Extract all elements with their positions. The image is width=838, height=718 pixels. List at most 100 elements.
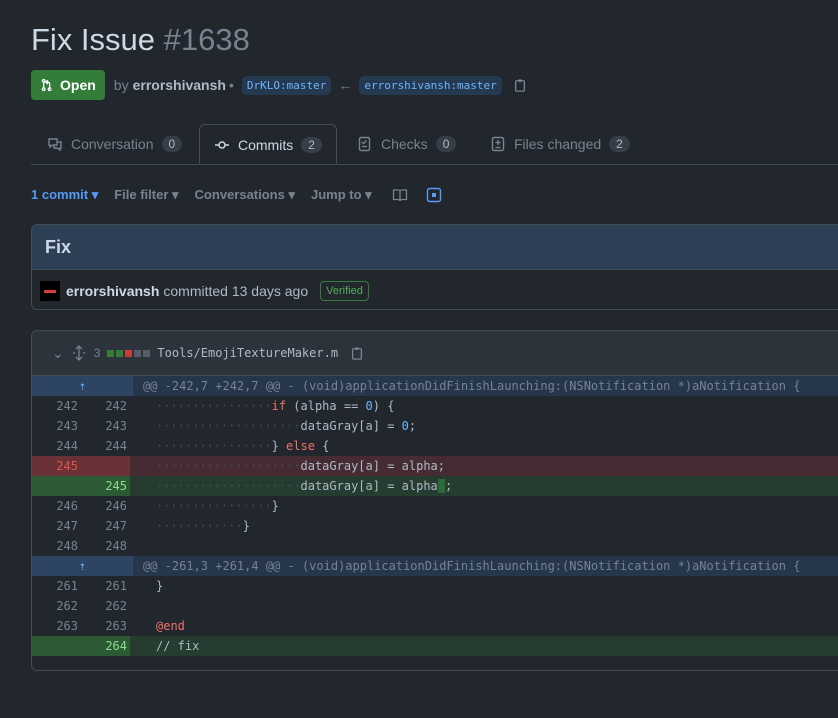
tab-checks[interactable]: Checks 0: [357, 124, 457, 164]
code-number: 0: [401, 419, 409, 433]
old-line-number: 245: [32, 456, 81, 476]
by-label: by: [113, 77, 129, 93]
old-line-number: 246: [56, 499, 78, 513]
book-icon[interactable]: [392, 187, 408, 203]
base-branch[interactable]: DrKLO:master: [241, 75, 332, 95]
new-line-number: 243: [105, 419, 127, 433]
code-line: ············}: [130, 516, 838, 536]
old-line-number: [32, 476, 81, 496]
tab-conversation[interactable]: Conversation 0: [47, 124, 183, 164]
diff-body: ⇡ @@ -242,7 +242,7 @@ - (void)application…: [32, 376, 838, 656]
diff-line: 262 262: [32, 596, 838, 616]
author-link[interactable]: errorshivansh: [133, 77, 226, 93]
code-line: }: [130, 576, 838, 596]
diff-line: 248 248: [32, 536, 838, 556]
jump-to-label: Jump to: [311, 187, 362, 202]
arrow-left-icon: ←: [338, 77, 353, 93]
code-text: }: [156, 579, 164, 593]
expand-up-icon[interactable]: ⇡: [32, 556, 133, 576]
tab-files-changed[interactable]: Files changed 2: [490, 124, 630, 164]
chevron-down-icon[interactable]: ⌄: [52, 345, 64, 362]
code-text: dataGray[a] = alpha;: [300, 459, 446, 473]
verified-badge[interactable]: Verified: [320, 280, 369, 301]
tab-bar: Conversation 0 Commits 2 Checks 0 Files …: [31, 124, 838, 165]
diffstat: [107, 346, 152, 360]
new-line-number: 261: [105, 579, 127, 593]
new-line-number: 246: [105, 499, 127, 513]
diffstat-block: [116, 350, 124, 357]
code-line: ····················dataGray[a] = alpha;: [130, 456, 838, 476]
separator: •: [228, 77, 234, 93]
code-line: // fix: [130, 636, 838, 656]
tab-commits[interactable]: Commits 2: [199, 124, 337, 164]
commit-card: Fix errorshivansh committed 13 days ago …: [31, 224, 838, 310]
code-keyword: else: [286, 439, 315, 453]
state-label: Open: [60, 77, 96, 93]
old-line-number: 263: [56, 619, 78, 633]
old-line-number: [32, 636, 81, 656]
tab-count: 2: [301, 136, 322, 153]
pull-request-icon: [41, 78, 52, 92]
hunk-header-row: ⇡ @@ -242,7 +242,7 @@ - (void)application…: [32, 376, 838, 396]
code-added-highlight: [437, 479, 446, 493]
old-line-number: 242: [56, 399, 78, 413]
diff-line: 244 244 ················} else {: [32, 436, 838, 456]
code-keyword: if: [271, 399, 287, 413]
code-text: dataGray[a] = alpha: [300, 479, 438, 493]
commit-info: errorshivansh committed 13 days ago Veri…: [32, 270, 838, 309]
diffstat-block: [143, 350, 151, 357]
indent-dots: ············: [156, 519, 243, 533]
diff-line: 243 243 ····················dataGray[a] = …: [32, 416, 838, 436]
old-line-number: 247: [56, 519, 78, 533]
new-line-number: 262: [105, 599, 127, 613]
diff-line: 245 ····················dataGray[a] = alp…: [32, 456, 838, 476]
code-line: ················} else {: [130, 436, 838, 456]
code-text: }: [271, 439, 287, 453]
commit-author[interactable]: errorshivansh: [66, 283, 159, 299]
new-line-number: 263: [105, 619, 127, 633]
commit-select-dropdown[interactable]: 1 commit ▾: [31, 187, 98, 203]
indent-dots: ····················: [156, 459, 301, 473]
old-line-number: 248: [56, 539, 78, 553]
diff-view-icon[interactable]: [426, 187, 442, 203]
head-branch[interactable]: errorshivansh:master: [359, 75, 502, 95]
tab-label: Commits: [238, 136, 294, 153]
commit-select-label: 1 commit: [31, 187, 89, 202]
old-line-number: 261: [56, 579, 78, 593]
file-header: ⌄ 3 Tools/EmojiTextureMaker.m: [32, 331, 838, 376]
code-text: }: [271, 499, 279, 513]
file-path[interactable]: Tools/EmojiTextureMaker.m: [157, 346, 338, 360]
copy-icon[interactable]: [350, 346, 364, 360]
old-line-number: 243: [56, 419, 78, 433]
file-filter-dropdown[interactable]: File filter ▾: [114, 187, 178, 203]
conversations-dropdown[interactable]: Conversations ▾: [195, 187, 295, 203]
change-count: 3: [93, 346, 101, 360]
commit-message[interactable]: Fix: [32, 225, 838, 270]
pr-title-text: Fix Issue: [31, 22, 156, 57]
new-line-number: 242: [105, 399, 127, 413]
code-text: ;: [408, 419, 417, 433]
file-diff-icon: [491, 136, 505, 152]
code-text: ) {: [372, 399, 395, 413]
commit-icon: [215, 140, 229, 149]
tab-label: Files changed: [514, 136, 602, 152]
expand-up-icon[interactable]: ⇡: [32, 376, 133, 396]
code-line: ················if (alpha == 0) {: [130, 396, 838, 416]
tab-count: 0: [435, 136, 457, 152]
diff-line: 264 // fix: [32, 636, 838, 656]
indent-dots: ················: [156, 439, 272, 453]
tab-count: 0: [161, 136, 183, 152]
code-line: ················}: [130, 496, 838, 516]
avatar[interactable]: [40, 280, 60, 301]
diff-line: 245 ····················dataGray[a] = alp…: [32, 476, 838, 496]
hunk-header-row: ⇡ @@ -261,3 +261,4 @@ - (void)application…: [32, 556, 838, 576]
jump-to-dropdown[interactable]: Jump to ▾: [311, 187, 372, 203]
new-line-number: 248: [105, 539, 127, 553]
unfold-icon[interactable]: [72, 345, 86, 361]
conversations-label: Conversations: [194, 187, 285, 202]
pr-number: #1638: [163, 22, 250, 57]
diff-line: 246 246 ················}: [32, 496, 838, 516]
new-line-number: [81, 456, 130, 476]
copy-icon[interactable]: [513, 78, 527, 92]
